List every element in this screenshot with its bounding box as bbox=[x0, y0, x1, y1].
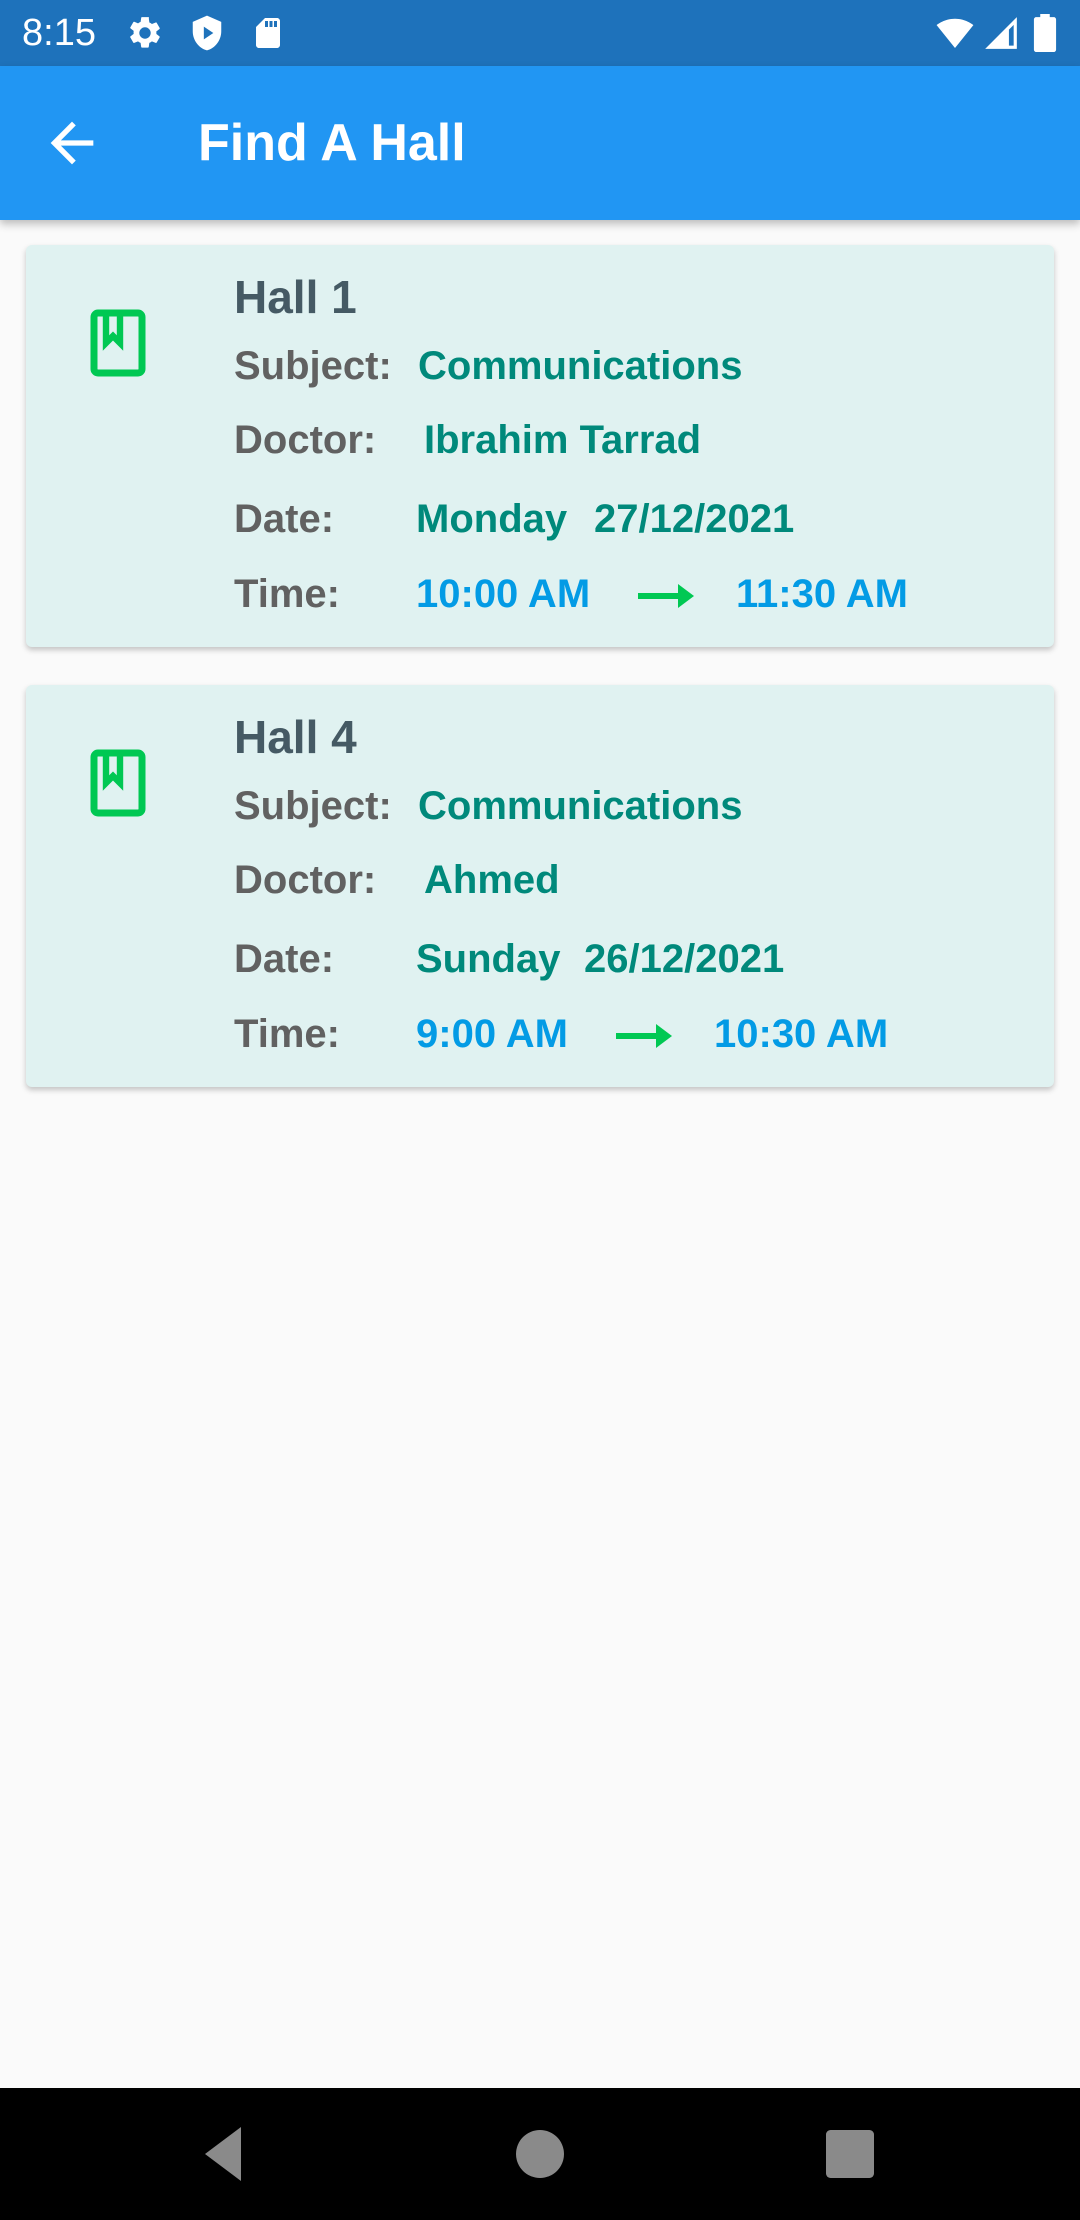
arrow-right-icon bbox=[616, 1024, 672, 1048]
sd-card-icon bbox=[256, 18, 280, 48]
nav-back-icon[interactable] bbox=[190, 2118, 262, 2190]
time-label: Time: bbox=[234, 1012, 340, 1056]
screen: 8:15 Find A Hall Hall 1 Subject: Communi… bbox=[0, 0, 1080, 2220]
start-time-value: 9:00 AM bbox=[416, 1012, 568, 1056]
navigation-bar bbox=[0, 2088, 1080, 2220]
status-bar: 8:15 bbox=[0, 0, 1080, 66]
nav-home-icon[interactable] bbox=[504, 2118, 576, 2190]
page-title: Find A Hall bbox=[198, 114, 466, 172]
settings-icon bbox=[130, 17, 160, 48]
book-bookmark-icon bbox=[90, 749, 146, 817]
arrow-right-icon bbox=[638, 584, 694, 608]
doctor-label: Doctor: bbox=[234, 418, 377, 462]
time-label: Time: bbox=[234, 572, 340, 616]
hall-card[interactable]: Hall 1 Subject: Communications Doctor: I… bbox=[26, 245, 1054, 647]
doctor-value: Ahmed bbox=[424, 858, 560, 902]
subject-label: Subject: bbox=[234, 784, 392, 828]
day-value: Monday bbox=[416, 497, 568, 541]
arrow-back-icon[interactable] bbox=[40, 111, 104, 175]
status-time: 8:15 bbox=[22, 12, 96, 54]
date-value: 26/12/2021 bbox=[584, 937, 785, 981]
hall-name: Hall 4 bbox=[234, 711, 357, 763]
subject-label: Subject: bbox=[234, 344, 392, 388]
hall-card[interactable]: Hall 4 Subject: Communications Doctor: A… bbox=[26, 685, 1054, 1087]
book-bookmark-icon bbox=[90, 309, 146, 377]
hall-name: Hall 1 bbox=[234, 271, 357, 323]
doctor-label: Doctor: bbox=[234, 858, 377, 902]
end-time-value: 10:30 AM bbox=[714, 1012, 889, 1056]
wifi-icon bbox=[936, 18, 974, 49]
shield-icon bbox=[192, 15, 222, 51]
subject-value: Communications bbox=[418, 344, 743, 388]
app-bar: Find A Hall bbox=[0, 66, 1080, 220]
date-label: Date: bbox=[234, 937, 335, 981]
nav-recents-icon[interactable] bbox=[814, 2118, 886, 2190]
battery-icon bbox=[1033, 14, 1057, 52]
day-value: Sunday bbox=[416, 937, 561, 981]
date-value: 27/12/2021 bbox=[594, 497, 795, 541]
date-label: Date: bbox=[234, 497, 335, 541]
subject-value: Communications bbox=[418, 784, 743, 828]
start-time-value: 10:00 AM bbox=[416, 572, 591, 616]
doctor-value: Ibrahim Tarrad bbox=[424, 418, 702, 462]
cell-signal-icon bbox=[985, 17, 1017, 49]
end-time-value: 11:30 AM bbox=[736, 572, 908, 616]
